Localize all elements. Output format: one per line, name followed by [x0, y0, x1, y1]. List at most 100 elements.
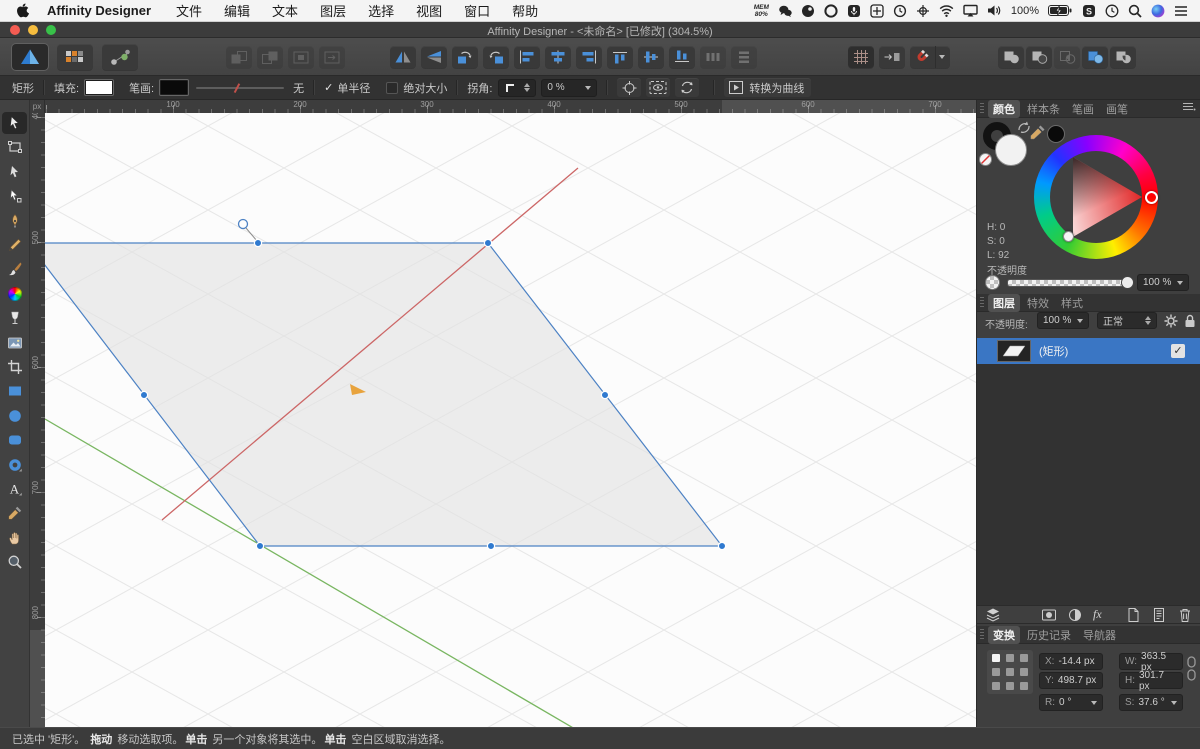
anchor-top-left[interactable]	[992, 654, 1000, 662]
selection-tool[interactable]	[2, 161, 27, 183]
distribute-v-button[interactable]	[731, 46, 757, 68]
fill-swatch[interactable]	[995, 134, 1027, 166]
transparency-tool[interactable]	[2, 307, 27, 329]
search-icon[interactable]	[1128, 4, 1142, 18]
color-picker-tool[interactable]	[2, 502, 27, 524]
battery-percent[interactable]: 100%	[1011, 5, 1039, 17]
place-image-tool[interactable]	[2, 332, 27, 354]
crop-tool[interactable]	[2, 356, 27, 378]
apple-menu-icon[interactable]	[16, 3, 29, 18]
ellipse-tool[interactable]	[2, 405, 27, 427]
brush-tool[interactable]	[2, 258, 27, 280]
mic-app-icon[interactable]	[847, 4, 861, 18]
insert-behind-button[interactable]	[226, 46, 252, 68]
stroke-width-slider[interactable]	[196, 82, 285, 93]
transform-h-field[interactable]: H: 301.7 px	[1119, 670, 1183, 692]
list-icon[interactable]	[1174, 5, 1188, 17]
ruler-horizontal[interactable]: 100 200 300 400 500 600 700	[45, 100, 976, 113]
absolute-size-checkbox[interactable]	[386, 81, 399, 94]
wifi-icon[interactable]	[939, 4, 954, 17]
align-top-button[interactable]	[607, 46, 633, 68]
node-handle[interactable]	[253, 238, 263, 248]
anchor-point-selector[interactable]	[987, 650, 1033, 694]
tab-brush[interactable]: 画笔	[1101, 100, 1133, 118]
volume-icon[interactable]	[987, 4, 1002, 17]
node-handle[interactable]	[139, 390, 149, 400]
layers-empty-area[interactable]	[977, 364, 1200, 605]
stroke-width-value[interactable]: 无	[293, 80, 304, 96]
export-persona-button[interactable]	[102, 44, 138, 70]
distribute-h-button[interactable]	[700, 46, 726, 68]
boolean-add-button[interactable]	[998, 46, 1024, 68]
dropdown-arrow-icon[interactable]	[935, 46, 948, 68]
menu-item-6[interactable]: 视图	[405, 1, 453, 20]
time-machine-icon[interactable]	[893, 4, 907, 18]
menu-item-2[interactable]: 编辑	[213, 1, 261, 20]
battery-icon[interactable]	[1048, 4, 1073, 17]
tab-color[interactable]: 颜色	[988, 99, 1020, 118]
layers-opacity-select[interactable]: 100 %	[1037, 312, 1089, 329]
notes-app-icon[interactable]	[801, 4, 815, 18]
anchor-top-right[interactable]	[1020, 654, 1028, 662]
align-right-button[interactable]	[576, 46, 602, 68]
node-tool[interactable]	[2, 185, 27, 207]
saturation-lightness-selector[interactable]	[1063, 231, 1074, 242]
node-handle[interactable]	[486, 541, 496, 551]
rounded-rectangle-tool[interactable]	[2, 429, 27, 451]
clock-icon[interactable]	[1105, 4, 1119, 18]
transform-r-select[interactable]: R: 0 °	[1039, 694, 1103, 711]
snippet-icon[interactable]	[1151, 607, 1167, 623]
boolean-divide-button[interactable]	[1082, 46, 1108, 68]
tab-styles[interactable]: 样式	[1056, 294, 1088, 312]
wechat-icon[interactable]	[778, 4, 792, 18]
snap-grid-button[interactable]	[848, 46, 874, 68]
mask-icon[interactable]	[1041, 607, 1057, 623]
app-menu[interactable]: Affinity Designer	[47, 3, 151, 18]
eyedropper-icon[interactable]	[1029, 124, 1046, 144]
text-tool[interactable]: A	[2, 478, 27, 500]
menu-item-7[interactable]: 窗口	[453, 1, 501, 20]
tab-layers[interactable]: 图层	[988, 293, 1020, 312]
adjustment-icon[interactable]	[1067, 607, 1083, 623]
convert-to-curves-button[interactable]: 转换为曲线	[724, 78, 812, 97]
panel-menu-icon[interactable]	[1182, 102, 1196, 115]
align-middle-v-button[interactable]	[638, 46, 664, 68]
crosshair-icon[interactable]	[916, 4, 930, 18]
anchor-bottom-left[interactable]	[992, 682, 1000, 690]
anchor-bottom-right[interactable]	[1020, 682, 1028, 690]
absolute-size-label[interactable]: 绝对大小	[403, 80, 447, 96]
reset-selection-box-button[interactable]	[675, 78, 700, 97]
node-handle[interactable]	[483, 238, 493, 248]
mem-indicator[interactable]: MEM 80%	[754, 4, 769, 18]
panel-drag-handle[interactable]	[980, 629, 984, 640]
menu-item-8[interactable]: 帮助	[501, 1, 549, 20]
opacity-swatch[interactable]	[985, 275, 1000, 290]
donut-tool[interactable]	[2, 454, 27, 476]
menu-item-4[interactable]: 图层	[309, 1, 357, 20]
align-left-button[interactable]	[514, 46, 540, 68]
show-rotation-center-button[interactable]	[617, 78, 642, 97]
gear-icon[interactable]	[1163, 313, 1179, 332]
boolean-intersect-button[interactable]	[1054, 46, 1080, 68]
ruler-vertical[interactable]: 400 500 600 700 800	[30, 113, 45, 727]
anchor-bottom-center[interactable]	[1006, 682, 1014, 690]
panel-drag-handle[interactable]	[980, 103, 984, 114]
trash-icon[interactable]	[1177, 607, 1193, 623]
rotate-ccw-button[interactable]	[452, 46, 478, 68]
transform-s-select[interactable]: S: 37.6 °	[1119, 694, 1183, 711]
hue-selector[interactable]	[1145, 191, 1158, 204]
adobe-cc-icon[interactable]	[824, 3, 838, 18]
airplay-icon[interactable]	[963, 4, 978, 17]
insert-top-button[interactable]	[257, 46, 283, 68]
layer-row[interactable]: (矩形) ✓	[977, 338, 1200, 364]
anchor-middle-left[interactable]	[992, 668, 1000, 676]
blend-mode-select[interactable]: 正常	[1097, 312, 1157, 329]
move-whole-pixels-button[interactable]	[879, 46, 905, 68]
menu-item-5[interactable]: 选择	[357, 1, 405, 20]
hand-tool[interactable]	[2, 527, 27, 549]
fx-icon[interactable]: fx	[1093, 607, 1102, 622]
boolean-xor-button[interactable]	[1110, 46, 1136, 68]
corner-type-select[interactable]	[498, 78, 537, 97]
grid-app-icon[interactable]	[870, 3, 884, 18]
fill-color-swatch[interactable]	[85, 80, 114, 95]
